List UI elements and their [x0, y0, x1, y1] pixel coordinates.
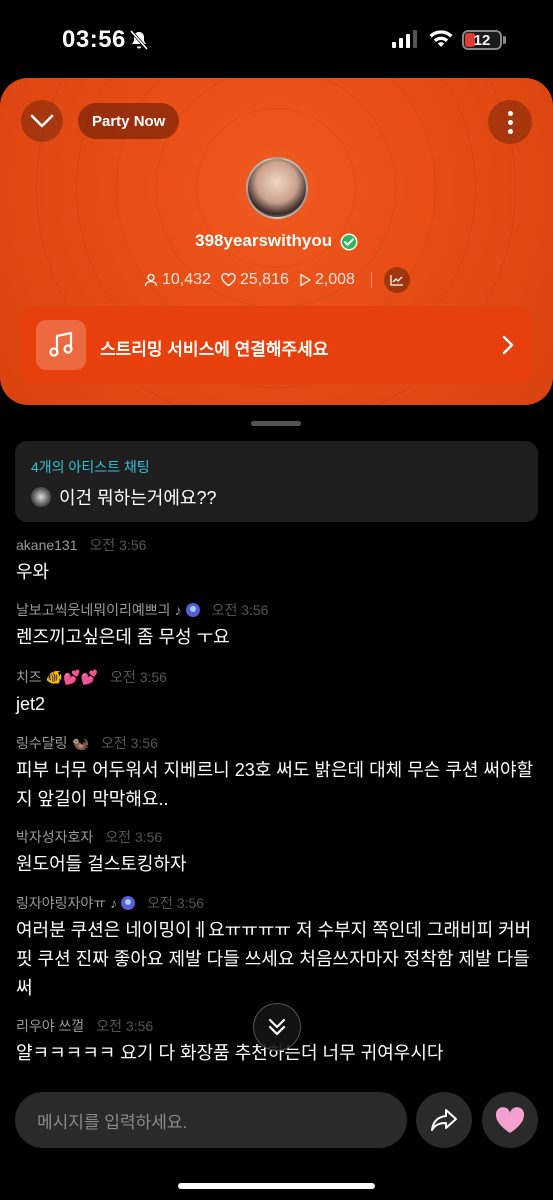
chat-text: 여러분 쿠션은 네이밍이ㅔ요ㅠㅠㅠㅠ 저 수부지 쪽인데 그래비피 커버핏 쿠션… — [16, 920, 532, 998]
artist-chat-text: 이건 뭐하는거에요?? — [59, 488, 217, 508]
plays-stat: 2,008 — [299, 271, 355, 289]
chat-message: 링자야링자야ㅠ ♪ 오전 3:56 여러분 쿠션은 네이밍이ㅔ요ㅠㅠㅠㅠ 저 수부지… — [16, 893, 541, 1003]
chat-text: 원도어들 걸스토킹하자 — [16, 854, 187, 874]
cellular-signal-icon — [392, 30, 417, 48]
share-button[interactable] — [416, 1092, 472, 1148]
bell-muted-icon — [129, 30, 149, 50]
chat-time: 오전 3:56 — [147, 895, 205, 911]
chat-time: 오전 3:56 — [105, 829, 163, 845]
party-now-pill[interactable]: Party Now — [78, 103, 180, 139]
verified-badge-icon — [340, 233, 358, 251]
likes-count: 25,816 — [239, 271, 289, 288]
chat-message: akane131 오전 3:56 우와 — [16, 535, 541, 587]
double-chevron-down-icon — [268, 1018, 286, 1036]
chart-trend-icon — [390, 275, 403, 286]
chat-badges: 🐠💕💕 — [45, 668, 99, 685]
status-bar: 03:56 12 — [0, 0, 553, 78]
chat-time: 오전 3:56 — [110, 669, 167, 685]
party-header-card: Party Now 398yearswithyou 10,432 25,816 … — [0, 78, 553, 405]
connect-streaming-label: 스트리밍 서비스에 연결해주세요 — [100, 340, 329, 359]
message-input[interactable]: 메시지를 입력하세요. — [15, 1092, 407, 1148]
chat-username[interactable]: 링수달링 — [16, 733, 68, 753]
chat-text: 우와 — [16, 562, 50, 582]
profile-username-row[interactable]: 398yearswithyou — [0, 231, 553, 251]
chat-time: 오전 3:56 — [89, 537, 147, 553]
chat-text: 렌즈끼고싶은데 좀 무성 ㅜ요 — [16, 627, 230, 647]
plays-count: 2,008 — [314, 271, 355, 288]
chat-username[interactable]: 리우야 쓰껄 — [16, 1016, 84, 1036]
chat-time: 오전 3:56 — [96, 1018, 154, 1034]
chat-username[interactable]: 링자야링자야ㅠ — [16, 893, 106, 913]
heart-outline-icon — [221, 273, 236, 287]
music-note-tile — [36, 320, 86, 370]
music-note-icon — [49, 332, 73, 357]
chat-message: 박자성자호자 오전 3:56 원도어들 걸스토킹하자 — [16, 827, 541, 879]
stats-chart-button[interactable] — [383, 267, 410, 293]
chat-badges: ♪ — [174, 602, 182, 618]
artist-chat-title: 4개의 아티스트 채팅 — [31, 459, 150, 475]
chat-username[interactable]: 날보고씩웃네뭐이리예쁘긔 — [16, 600, 171, 620]
profile-stats: 10,432 25,816 2,008 — [144, 267, 410, 293]
chat-badges: ♪ — [110, 895, 118, 911]
chevron-right-icon — [502, 335, 514, 355]
more-vertical-icon — [507, 110, 513, 116]
chat-username[interactable]: akane131 — [16, 537, 78, 553]
chevron-down-icon — [30, 114, 54, 128]
chat-message: 날보고씩웃네뭐이리예쁘긔 ♪ 오전 3:56 렌즈끼고싶은데 좀 무성 ㅜ요 — [16, 600, 541, 652]
chat-username[interactable]: 박자성자호자 — [16, 827, 93, 847]
status-time: 03:56 — [62, 26, 126, 53]
chat-message: 링수달링 🦦 오전 3:56 피부 너무 어두워서 지베르니 23호 써도 밝은데 … — [16, 733, 541, 814]
shield-badge-icon — [121, 896, 136, 910]
battery-icon: 12 — [462, 30, 502, 50]
heart-icon — [495, 1106, 525, 1133]
play-icon — [300, 273, 311, 287]
scroll-to-bottom-button[interactable] — [253, 1003, 301, 1051]
chat-message: 치즈 🐠💕💕 오전 3:56 jet2 — [16, 667, 541, 719]
share-arrow-icon — [431, 1109, 457, 1131]
artist-avatar — [31, 487, 51, 507]
profile-username: 398yearswithyou — [195, 231, 333, 250]
drag-handle[interactable] — [251, 421, 301, 426]
chat-username[interactable]: 치즈 — [16, 667, 42, 687]
listeners-stat: 10,432 — [144, 271, 211, 289]
avatar[interactable] — [246, 157, 308, 219]
person-icon — [144, 273, 158, 287]
chat-time: 오전 3:56 — [100, 735, 158, 751]
chat-text: jet2 — [16, 694, 46, 714]
artist-chat-box[interactable]: 4개의 아티스트 채팅 이건 뭐하는거에요?? — [15, 441, 538, 522]
listeners-count: 10,432 — [162, 271, 211, 288]
chat-text: 피부 너무 어두워서 지베르니 23호 써도 밝은데 대체 무슨 쿠션 써야할지… — [16, 760, 534, 809]
collapse-button[interactable] — [21, 100, 63, 142]
wifi-icon — [429, 30, 453, 47]
more-options-button[interactable] — [488, 100, 532, 144]
chat-time: 오전 3:56 — [211, 602, 269, 618]
artist-chat-message: 이건 뭐하는거에요?? — [31, 484, 217, 510]
likes-stat: 25,816 — [221, 271, 289, 289]
shield-badge-icon — [185, 603, 200, 617]
home-indicator[interactable] — [178, 1183, 375, 1189]
chat-badges: 🦦 — [71, 734, 89, 751]
connect-streaming-button[interactable]: 스트리밍 서비스에 연결해주세요 — [20, 306, 532, 384]
battery-level: 12 — [473, 31, 491, 49]
like-button[interactable] — [482, 1092, 538, 1148]
